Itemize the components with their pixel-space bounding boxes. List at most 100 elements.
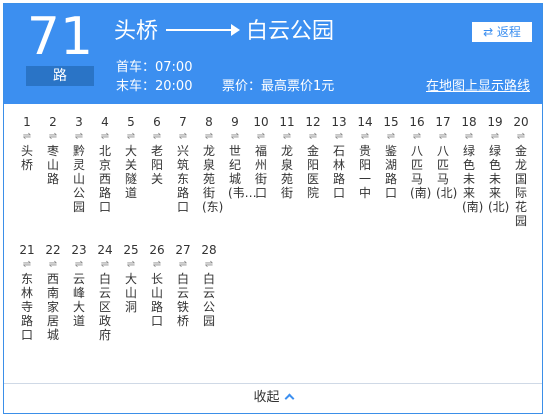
- stop-item[interactable]: 22 ⇌ 西南家居城: [40, 242, 66, 342]
- route-origin: 头桥: [114, 19, 159, 44]
- stop-number: 11: [279, 115, 295, 129]
- bidirectional-icon: ⇌: [516, 131, 526, 142]
- stop-name: 枣山路: [46, 144, 59, 186]
- bidirectional-icon: ⇌: [204, 131, 214, 142]
- stop-name: 北京西路口: [98, 144, 111, 214]
- stop-number: 1: [23, 115, 31, 129]
- stop-number: 24: [97, 243, 113, 257]
- bidirectional-icon: ⇌: [438, 131, 448, 142]
- route-suffix: 路: [26, 66, 94, 86]
- bidirectional-icon: ⇌: [334, 131, 344, 142]
- stop-item[interactable]: 4 ⇌ 北京西路口: [92, 114, 118, 214]
- stop-number: 19: [487, 115, 503, 129]
- stop-item[interactable]: 25 ⇌ 大山洞: [118, 242, 144, 314]
- return-trip-button[interactable]: ⇄ 返程: [472, 22, 532, 42]
- route-title: 头桥 白云公园: [114, 16, 334, 48]
- stop-item[interactable]: 6 ⇌ 老阳关: [144, 114, 170, 186]
- stop-item[interactable]: 15 ⇌ 鉴湖路口: [378, 114, 404, 200]
- stop-item[interactable]: 26 ⇌ 长山路口: [144, 242, 170, 328]
- stop-item[interactable]: 18 ⇌ 绿色未来(南): [456, 114, 484, 214]
- bidirectional-icon: ⇌: [152, 259, 162, 270]
- last-bus-time: 末车：20:00: [116, 79, 193, 94]
- stop-name: 鉴湖路口: [384, 144, 397, 200]
- stop-item[interactable]: 12 ⇌ 金阳医院: [300, 114, 326, 200]
- stop-number: 6: [153, 115, 161, 129]
- stop-item[interactable]: 14 ⇌ 贵阳一中: [352, 114, 378, 200]
- stop-name: 白云铁桥: [176, 272, 189, 328]
- stop-number: 27: [175, 243, 191, 257]
- stop-item[interactable]: 23 ⇌ 云峰大道: [66, 242, 92, 328]
- bidirectional-icon: ⇌: [48, 259, 58, 270]
- stop-name: 白云区政府: [98, 272, 111, 342]
- bidirectional-icon: ⇌: [126, 259, 136, 270]
- stop-item[interactable]: 21 ⇌ 东林寺路口: [14, 242, 40, 342]
- stop-item[interactable]: 1 ⇌ 头桥: [14, 114, 40, 172]
- stop-number: 3: [75, 115, 83, 129]
- stop-name: 绿色未来(南): [462, 144, 484, 214]
- stop-item[interactable]: 7 ⇌ 兴筑东路口: [170, 114, 196, 214]
- bus-route-card: 71 路 头桥 白云公园 ⇄ 返程 首车：07:00 末车：20:00 票价：最高…: [3, 3, 543, 414]
- stop-name: 福州街口: [254, 144, 267, 200]
- stop-item[interactable]: 13 ⇌ 石林路口: [326, 114, 352, 200]
- show-on-map-link[interactable]: 在地图上显示路线: [426, 77, 530, 96]
- collapse-button[interactable]: 收起: [253, 390, 294, 406]
- stop-item[interactable]: 19 ⇌ 绿色未来(北): [482, 114, 510, 214]
- stop-number: 21: [19, 243, 35, 257]
- bidirectional-icon: ⇌: [22, 131, 32, 142]
- stop-item[interactable]: 11 ⇌ 龙泉苑街: [274, 114, 300, 200]
- stop-name: 金龙国际花园: [514, 144, 527, 228]
- bidirectional-icon: ⇌: [282, 131, 292, 142]
- stop-number: 22: [45, 243, 61, 257]
- stop-item[interactable]: 8 ⇌ 龙泉苑街(东): [196, 114, 223, 214]
- stop-item[interactable]: 9 ⇌ 世纪城(韦…: [222, 114, 257, 200]
- stop-name: 八匹马(南): [410, 144, 432, 200]
- stop-item[interactable]: 5 ⇌ 大关隧道: [118, 114, 144, 200]
- stop-name: 黔灵山公园: [72, 144, 85, 214]
- stop-number: 2: [49, 115, 57, 129]
- stop-number: 4: [101, 115, 109, 129]
- stop-item[interactable]: 20 ⇌ 金龙国际花园: [508, 114, 534, 228]
- bidirectional-icon: ⇌: [464, 131, 474, 142]
- stop-name: 兴筑东路口: [176, 144, 189, 214]
- stop-name: 绿色未来(北): [488, 144, 510, 214]
- bidirectional-icon: ⇌: [22, 259, 32, 270]
- stop-name: 八匹马(北): [436, 144, 458, 200]
- route-destination: 白云公园: [246, 19, 335, 44]
- stop-item[interactable]: 2 ⇌ 枣山路: [40, 114, 66, 186]
- stop-number: 16: [409, 115, 425, 129]
- route-header: 71 路 头桥 白云公园 ⇄ 返程 首车：07:00 末车：20:00 票价：最高…: [4, 4, 542, 104]
- stop-item[interactable]: 28 ⇌ 白云公园: [196, 242, 222, 328]
- stop-name: 大关隧道: [124, 144, 137, 200]
- bidirectional-icon: ⇌: [360, 131, 370, 142]
- footer-bar: 收起: [4, 383, 542, 413]
- bidirectional-icon: ⇌: [74, 131, 84, 142]
- stop-number: 15: [383, 115, 399, 129]
- bidirectional-icon: ⇌: [178, 259, 188, 270]
- stop-number: 23: [71, 243, 87, 257]
- bidirectional-icon: ⇌: [308, 131, 318, 142]
- stop-item[interactable]: 10 ⇌ 福州街口: [248, 114, 274, 200]
- stop-name: 龙泉苑街: [280, 144, 293, 200]
- stop-name: 金阳医院: [306, 144, 319, 200]
- bidirectional-icon: ⇌: [178, 131, 188, 142]
- bidirectional-icon: ⇌: [386, 131, 396, 142]
- stop-number: 17: [435, 115, 451, 129]
- bidirectional-icon: ⇌: [152, 131, 162, 142]
- stop-item[interactable]: 16 ⇌ 八匹马(南): [404, 114, 432, 200]
- stop-item[interactable]: 27 ⇌ 白云铁桥: [170, 242, 196, 328]
- stop-item[interactable]: 17 ⇌ 八匹马(北): [430, 114, 458, 200]
- stop-name: 东林寺路口: [20, 272, 33, 342]
- stop-item[interactable]: 24 ⇌ 白云区政府: [92, 242, 118, 342]
- stop-name: 西南家居城: [46, 272, 59, 342]
- stop-number: 18: [461, 115, 477, 129]
- stop-item[interactable]: 3 ⇌ 黔灵山公园: [66, 114, 92, 214]
- stop-name: 头桥: [20, 144, 33, 172]
- stop-name: 长山路口: [150, 272, 163, 328]
- bus-times: 首车：07:00 末车：20:00: [116, 58, 192, 96]
- stop-number: 10: [253, 115, 269, 129]
- bidirectional-icon: ⇌: [230, 131, 240, 142]
- stop-number: 25: [123, 243, 139, 257]
- stop-name: 世纪城(韦…: [228, 144, 257, 200]
- bidirectional-icon: ⇌: [48, 131, 58, 142]
- stop-number: 7: [179, 115, 187, 129]
